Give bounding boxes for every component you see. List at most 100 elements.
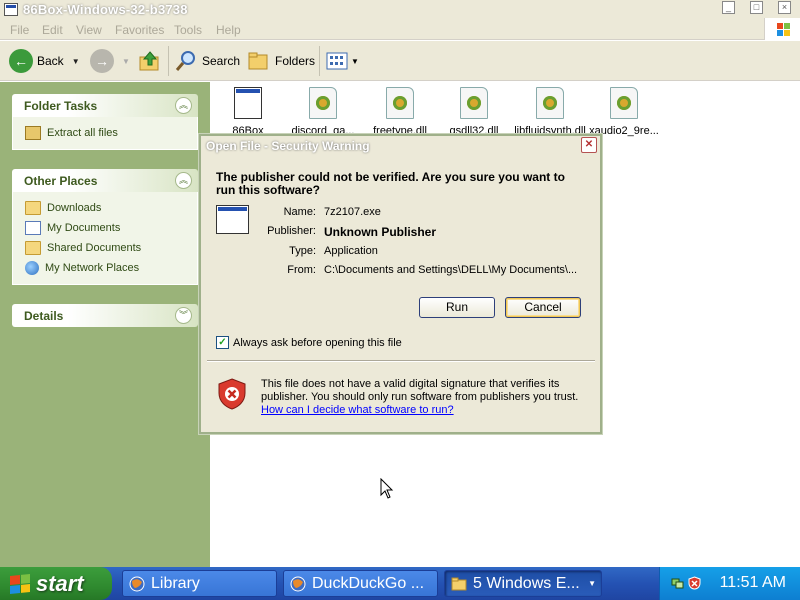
other-places-header[interactable]: Other Places ︽: [12, 169, 198, 192]
task-extract-all[interactable]: Extract all files: [25, 123, 197, 143]
place-shared-documents[interactable]: Shared Documents: [25, 238, 197, 258]
application-icon: [216, 205, 249, 234]
taskbar-item-windows-explorer[interactable]: 5 Windows E... ▼: [444, 570, 602, 597]
security-warning-dialog: Open File - Security Warning ✕ The publi…: [199, 134, 602, 434]
field-from: From: C:\Documents and Settings\DELL\My …: [251, 264, 581, 276]
file-item[interactable]: gsdll32.dll: [436, 87, 512, 137]
file-item[interactable]: 86Box: [210, 87, 286, 137]
collapse-icon[interactable]: ︽: [175, 97, 192, 114]
back-button[interactable]: ← Back ▼: [9, 41, 80, 81]
field-from-value: C:\Documents and Settings\DELL\My Docume…: [324, 264, 578, 276]
group-menu-arrow-icon: ▼: [588, 579, 596, 588]
field-name-value: 7z2107.exe: [324, 206, 381, 218]
dll-icon: [309, 87, 337, 119]
menu-help[interactable]: Help: [216, 23, 241, 37]
menu-edit[interactable]: Edit: [42, 23, 63, 37]
menu-file[interactable]: File: [10, 23, 29, 37]
details-title: Details: [24, 309, 64, 323]
place-downloads[interactable]: Downloads: [25, 198, 197, 218]
dll-icon: [610, 87, 638, 119]
task-extract-all-label: Extract all files: [47, 127, 118, 139]
start-button[interactable]: start: [0, 567, 112, 600]
close-button[interactable]: ×: [778, 1, 791, 14]
zip-icon: [25, 126, 41, 140]
file-item[interactable]: xaudio2_9re...: [586, 87, 662, 137]
chevron-down-icon[interactable]: ▼: [351, 57, 359, 66]
menu-tools[interactable]: Tools: [174, 23, 202, 37]
folder-icon: [25, 201, 41, 215]
field-type-value: Application: [324, 245, 378, 257]
place-shared-documents-label: Shared Documents: [47, 242, 142, 254]
back-label: Back: [37, 54, 64, 68]
menu-bar: File Edit View Favorites Tools Help: [0, 20, 800, 40]
dialog-question: The publisher could not be verified. Are…: [216, 170, 565, 197]
help-link[interactable]: How can I decide what software to run?: [261, 404, 454, 416]
folder-icon: [25, 241, 41, 255]
taskbar-item-duckduckgo[interactable]: DuckDuckGo ...: [283, 570, 438, 597]
views-icon: [326, 52, 348, 70]
field-publisher-value: Unknown Publisher: [324, 225, 437, 239]
forward-button[interactable]: → ▼: [90, 41, 130, 81]
menu-favorites[interactable]: Favorites: [115, 23, 164, 37]
file-item[interactable]: discord_ga...: [285, 87, 361, 137]
views-button[interactable]: ▼: [326, 41, 359, 81]
field-type: Type: Application: [251, 245, 581, 257]
cancel-button[interactable]: Cancel: [505, 297, 581, 318]
always-ask-checkbox[interactable]: ✓: [216, 336, 229, 349]
warning-text: This file does not have a valid digital …: [261, 378, 579, 403]
mouse-cursor-icon: [380, 478, 394, 499]
folders-label: Folders: [275, 54, 316, 68]
file-item[interactable]: libfluidsynth.dll: [512, 87, 588, 137]
minimize-button[interactable]: _: [722, 1, 735, 14]
chevron-down-icon[interactable]: ▼: [122, 57, 130, 66]
network-tray-icon[interactable]: [671, 576, 684, 590]
run-button[interactable]: Run: [419, 297, 495, 318]
dialog-title: Open File - Security Warning: [206, 139, 370, 153]
expand-icon[interactable]: ︾: [175, 307, 192, 324]
maximize-button[interactable]: □: [750, 1, 763, 14]
place-network[interactable]: My Network Places: [25, 258, 197, 278]
details-header[interactable]: Details ︾: [12, 304, 198, 327]
toolbar: ← Back ▼ → ▼ Search Folders ▼: [0, 41, 800, 81]
up-folder-button[interactable]: [138, 41, 162, 81]
dialog-title-bar: Open File - Security Warning ✕: [201, 136, 600, 156]
field-name: Name: 7z2107.exe: [251, 206, 581, 218]
other-places-title: Other Places: [24, 174, 98, 188]
folders-button[interactable]: Folders: [247, 41, 315, 81]
window-app-icon[interactable]: [4, 3, 18, 16]
other-places-panel: Other Places ︽ Downloads My Documents Sh…: [12, 169, 198, 285]
always-ask-row[interactable]: ✓ Always ask before opening this file: [216, 336, 402, 349]
chevron-down-icon[interactable]: ▼: [72, 57, 80, 66]
folder-tasks-header[interactable]: Folder Tasks ︽: [12, 94, 198, 117]
dll-icon: [536, 87, 564, 119]
firefox-icon: [290, 576, 306, 591]
field-from-label: From:: [287, 264, 316, 276]
firefox-icon: [129, 576, 145, 591]
collapse-icon[interactable]: ︽: [175, 172, 192, 189]
up-folder-icon: [139, 51, 159, 71]
title-bar: 86Box-Windows-32-b3738 _ □ ×: [0, 0, 800, 20]
shield-warning-icon: [218, 378, 246, 410]
folders-icon: [248, 52, 268, 70]
field-publisher-label: Publisher:: [267, 225, 316, 237]
search-button[interactable]: Search: [174, 41, 240, 81]
dialog-close-button[interactable]: ✕: [581, 137, 597, 153]
clock[interactable]: 11:51 AM: [720, 574, 786, 592]
taskbar: start Library DuckDuckGo ... 5 Windows E…: [0, 567, 800, 600]
place-my-documents[interactable]: My Documents: [25, 218, 197, 238]
taskbar-item-library[interactable]: Library: [122, 570, 277, 597]
security-shield-tray-icon[interactable]: [688, 576, 701, 590]
folder-tasks-body: Extract all files: [12, 117, 198, 150]
start-label: start: [36, 570, 84, 596]
file-item[interactable]: freetype.dll: [362, 87, 438, 137]
menu-view[interactable]: View: [76, 23, 102, 37]
place-my-documents-label: My Documents: [47, 222, 121, 234]
dll-icon: [460, 87, 488, 119]
place-network-label: My Network Places: [45, 262, 140, 274]
dll-icon: [386, 87, 414, 119]
details-panel: Details ︾: [12, 304, 198, 327]
dialog-divider: [207, 360, 595, 362]
field-publisher: Publisher: Unknown Publisher: [251, 225, 581, 239]
window-title: 86Box-Windows-32-b3738: [23, 2, 188, 17]
folder-icon: [451, 577, 467, 590]
